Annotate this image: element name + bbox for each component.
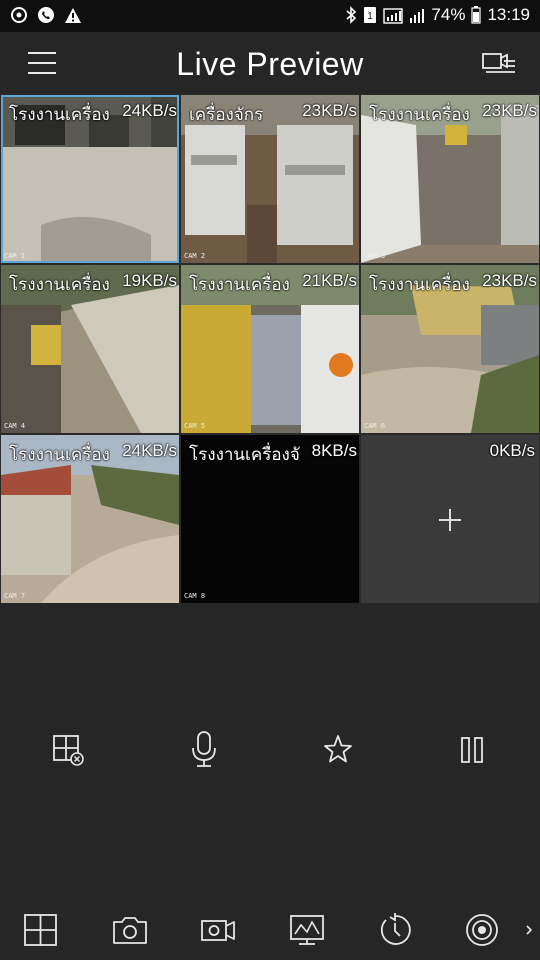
camera-name: โรงงานเครื่อง — [9, 105, 110, 124]
network-4g-icon — [383, 6, 404, 24]
more-chevron-icon[interactable] — [522, 912, 536, 948]
camera-name: โรงงานเครื่องจั — [189, 445, 300, 464]
camera-caption: CAM 2 — [184, 252, 206, 260]
page-title: Live Preview — [176, 46, 364, 82]
sync-icon — [10, 6, 28, 24]
camera-name: เครื่องจักร — [189, 105, 264, 124]
camera-list-icon[interactable] — [482, 48, 516, 78]
camera-caption: CAM 4 — [4, 422, 26, 430]
bottom-toolbar — [0, 900, 540, 960]
svg-text:1: 1 — [368, 11, 374, 22]
camera-grid: โรงงานเครื่อง 24KB/s CAM 1 เครื่องจักร 2… — [0, 94, 540, 603]
bitrate: 19KB/s — [122, 271, 177, 290]
pause-icon[interactable] — [455, 726, 491, 774]
camera-caption: CAM 5 — [184, 422, 206, 430]
battery-icon — [471, 6, 482, 24]
status-bar: 1 74% 13:19 — [0, 0, 540, 32]
camera-name: โรงงานเครื่อง — [369, 105, 470, 124]
camera-tile-6[interactable]: โรงงานเครื่อง 23KB/s CAM 6 — [361, 265, 539, 433]
camera-caption: CAM 7 — [4, 592, 26, 600]
add-camera-tile[interactable]: 0KB/s — [361, 435, 539, 603]
star-icon[interactable] — [320, 726, 356, 774]
snapshot-camera-icon[interactable] — [111, 912, 149, 948]
camera-tile-4[interactable]: โรงงานเครื่อง 19KB/s CAM 4 — [1, 265, 179, 433]
history-icon[interactable] — [376, 912, 414, 948]
camera-caption: CAM 3 — [364, 252, 386, 260]
bitrate: 8KB/s — [311, 441, 357, 460]
camera-tile-2[interactable]: เครื่องจักร 23KB/s CAM 2 — [181, 95, 359, 263]
app-header: Live Preview — [0, 32, 540, 94]
microphone-icon[interactable] — [186, 726, 222, 774]
camera-tile-8[interactable]: โรงงานเครื่องจั 8KB/s CAM 8 — [181, 435, 359, 603]
camera-caption: CAM 6 — [364, 422, 386, 430]
bitrate: 23KB/s — [302, 101, 357, 120]
bitrate: 23KB/s — [482, 271, 537, 290]
camera-tile-7[interactable]: โรงงานเครื่อง 24KB/s CAM 7 — [1, 435, 179, 603]
grid-layout-icon[interactable] — [22, 912, 60, 948]
camera-caption: CAM 8 — [184, 592, 206, 600]
bitrate: 24KB/s — [122, 101, 177, 120]
clock: 13:19 — [487, 5, 530, 24]
bitrate: 21KB/s — [302, 271, 357, 290]
playback-monitor-icon[interactable] — [288, 912, 326, 948]
ptz-target-icon[interactable] — [463, 912, 501, 948]
bitrate: 0KB/s — [489, 441, 535, 460]
bluetooth-icon — [345, 6, 357, 24]
close-window-icon[interactable] — [50, 726, 86, 774]
camera-name: โรงงานเครื่อง — [189, 275, 290, 294]
camera-caption: CAM 1 — [4, 252, 26, 260]
phone-icon — [37, 6, 55, 24]
camera-tile-3[interactable]: โรงงานเครื่อง 23KB/s CAM 3 — [361, 95, 539, 263]
bitrate: 23KB/s — [482, 101, 537, 120]
camera-name: โรงงานเครื่อง — [9, 275, 110, 294]
camera-name: โรงงานเครื่อง — [9, 445, 110, 464]
sim-icon: 1 — [363, 6, 377, 24]
battery-percent: 74% — [431, 5, 466, 24]
preview-controls — [0, 726, 540, 776]
record-video-icon[interactable] — [199, 912, 237, 948]
add-icon[interactable] — [439, 509, 461, 531]
warning-icon — [64, 7, 82, 24]
bitrate: 24KB/s — [122, 441, 177, 460]
signal-icon — [409, 6, 425, 24]
camera-tile-1[interactable]: โรงงานเครื่อง 24KB/s CAM 1 — [1, 95, 179, 263]
camera-name: โรงงานเครื่อง — [369, 275, 470, 294]
camera-tile-5[interactable]: โรงงานเครื่อง 21KB/s CAM 5 — [181, 265, 359, 433]
